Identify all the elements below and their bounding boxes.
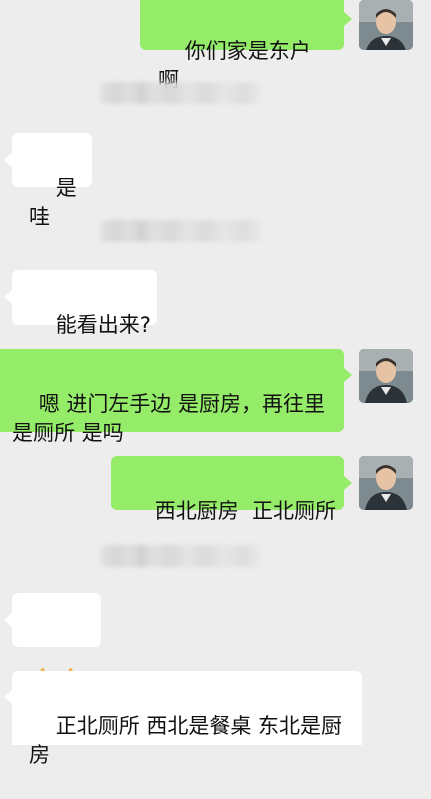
chat-bubble-sent[interactable]: 你们家是东户啊 xyxy=(140,0,344,92)
bubble-tail xyxy=(4,153,12,167)
bubble-tail xyxy=(4,290,12,304)
avatar-image xyxy=(359,349,413,403)
avatar-image xyxy=(359,456,413,510)
message-text: 西北厨房 正北厕所 xyxy=(154,499,337,523)
bubble-tail xyxy=(344,12,352,26)
blurred-timestamp xyxy=(100,220,260,242)
chat-bubble-received[interactable]: 正北厕所 西北是餐桌 东北是厨 房 xyxy=(12,671,362,767)
bubble-tail xyxy=(344,368,352,382)
blurred-timestamp xyxy=(100,82,260,104)
avatar[interactable] xyxy=(359,349,413,403)
message-text: 正北厕所 西北是餐桌 东北是厨 房 xyxy=(29,714,343,767)
chat-area[interactable]: 你们家是东户啊 是哇 能看出来? 嗯 进门左手边 是厨房，再往里 是厕所 是吗 xyxy=(0,0,431,767)
blurred-timestamp xyxy=(100,545,260,567)
bubble-tail xyxy=(4,690,12,704)
avatar-image xyxy=(359,0,413,50)
avatar[interactable] xyxy=(359,0,413,50)
avatar[interactable] xyxy=(359,456,413,510)
message-text: 能看出来? xyxy=(55,313,151,337)
bubble-tail xyxy=(344,476,352,490)
bubble-tail xyxy=(4,613,12,627)
chat-bubble-sent[interactable]: 嗯 进门左手边 是厨房，再往里 是厕所 是吗 xyxy=(0,349,344,445)
message-text: 是哇 xyxy=(29,176,77,229)
chat-bubble-received[interactable]: 能看出来? xyxy=(12,270,157,337)
chat-bubble-received[interactable]: 是哇 xyxy=(12,133,92,229)
chat-bubble-received[interactable] xyxy=(12,593,101,688)
message-text: 嗯 进门左手边 是厨房，再往里 是厕所 是吗 xyxy=(12,392,326,445)
chat-bubble-sent[interactable]: 西北厨房 正北厕所 xyxy=(111,456,344,523)
